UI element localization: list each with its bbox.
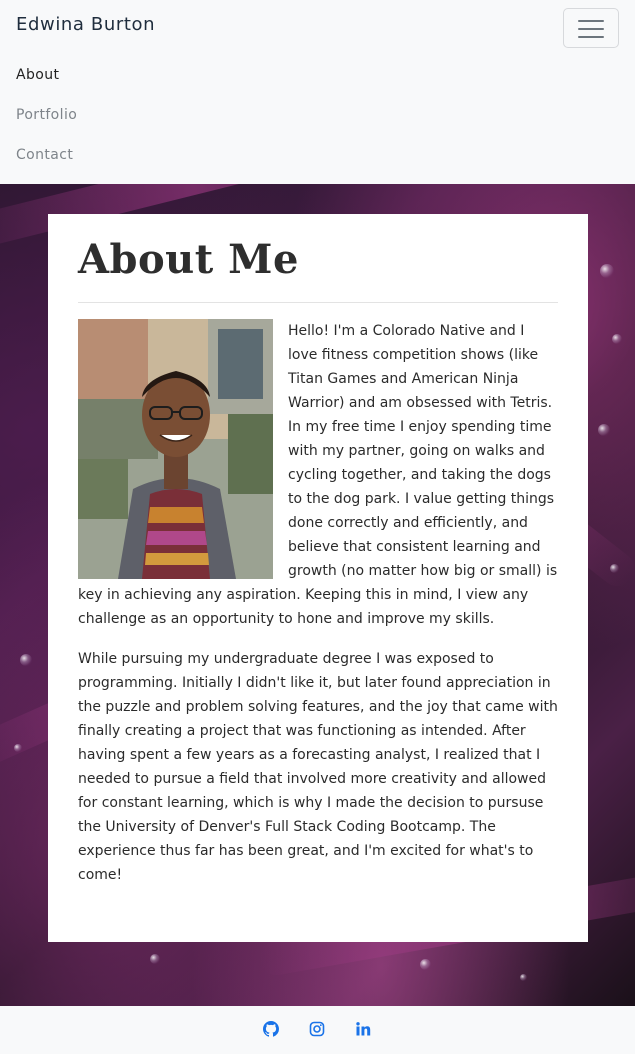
water-drop <box>20 654 32 666</box>
page-title: About Me <box>78 236 299 283</box>
hamburger-icon <box>578 28 604 30</box>
instagram-icon <box>309 1021 325 1037</box>
water-drop <box>610 564 619 573</box>
hero-background: About Me Hello! I'm a Colorado Native an… <box>0 184 635 1006</box>
github-link[interactable] <box>263 1021 281 1039</box>
water-drop <box>420 959 431 970</box>
water-drop <box>14 744 22 752</box>
linkedin-link[interactable] <box>355 1021 373 1039</box>
nav-link-contact[interactable]: Contact <box>16 147 73 163</box>
water-drop <box>612 334 622 344</box>
about-paragraph-2: While pursuing my undergraduate degree I… <box>78 651 558 883</box>
linkedin-icon <box>356 1022 371 1036</box>
navbar: Edwina Burton About Portfolio Contact <box>0 0 635 184</box>
about-card: About Me Hello! I'm a Colorado Native an… <box>48 214 588 942</box>
hamburger-icon <box>578 20 604 22</box>
photo-spacer <box>78 319 288 583</box>
water-drop <box>600 264 614 278</box>
water-drop <box>150 954 160 964</box>
instagram-link[interactable] <box>309 1021 327 1039</box>
about-text: Hello! I'm a Colorado Native and I love … <box>78 319 558 903</box>
nav-link-about[interactable]: About <box>16 67 59 83</box>
hamburger-icon <box>578 36 604 38</box>
water-drop <box>520 974 527 981</box>
navbar-toggler-button[interactable] <box>563 8 619 48</box>
water-drop <box>598 424 610 436</box>
brand-link[interactable]: Edwina Burton <box>16 14 155 35</box>
footer <box>0 1006 635 1054</box>
github-icon <box>263 1021 279 1037</box>
nav-link-portfolio[interactable]: Portfolio <box>16 107 77 123</box>
divider <box>78 302 558 303</box>
